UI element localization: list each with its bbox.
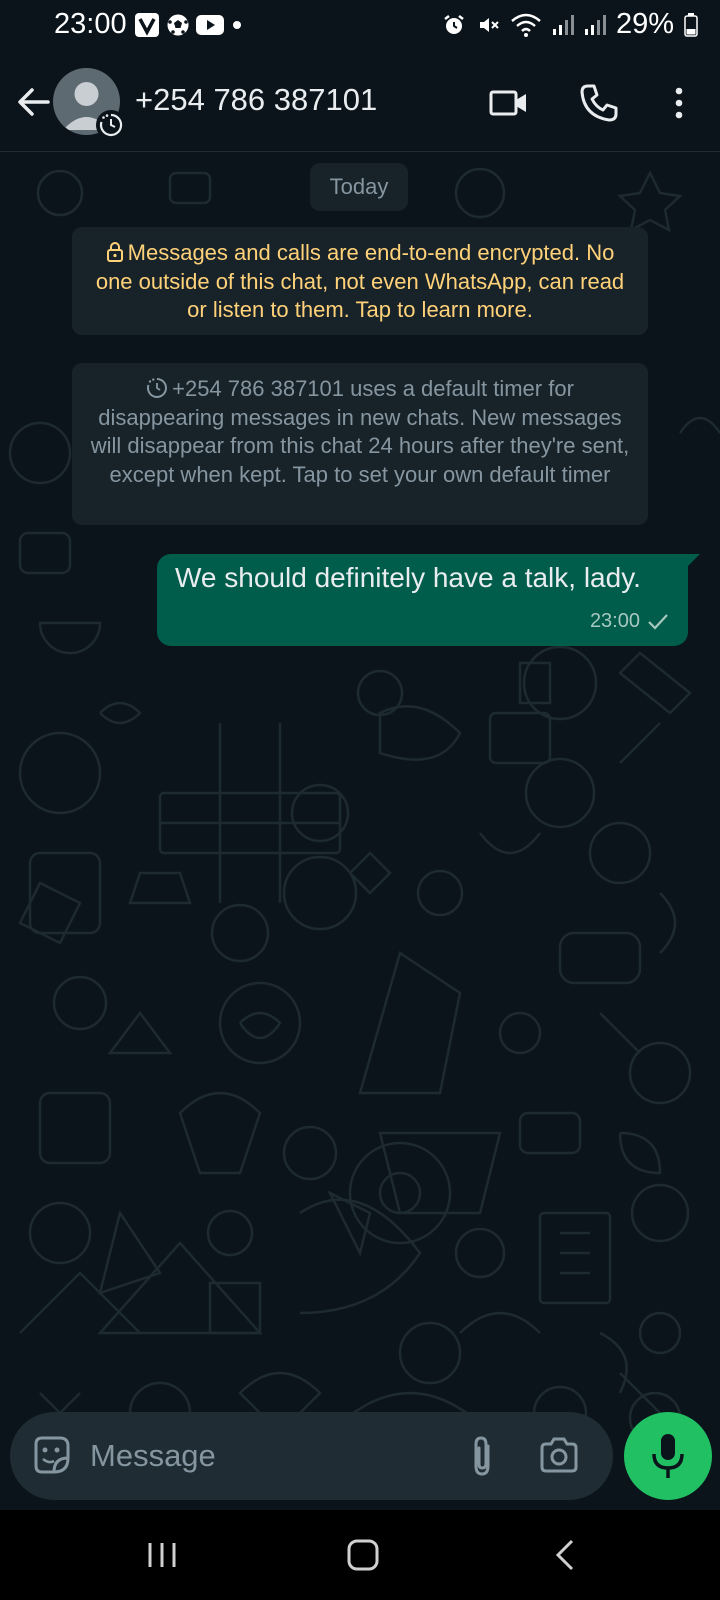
status-right-icons: 29% [442, 8, 698, 41]
home-icon[interactable] [343, 1535, 383, 1575]
contact-name[interactable]: +254 786 387101 [135, 82, 377, 118]
single-check-icon [648, 613, 668, 630]
disappearing-messages-notice[interactable]: +254 786 387101 uses a default timer for… [72, 363, 648, 525]
disappearing-timer-icon [96, 110, 126, 140]
signal-icon [552, 14, 574, 35]
signal-icon [584, 14, 606, 35]
chat-wallpaper-doodles [8, 167, 720, 1445]
message-time: 23:00 [589, 610, 640, 632]
more-vert-icon[interactable] [658, 82, 700, 124]
disappearing-timer-icon [147, 378, 168, 398]
chat-header: +254 786 387101 [0, 52, 720, 152]
status-left-icons [134, 12, 244, 38]
encryption-notice-text: Messages and calls are end-to-end encryp… [95, 240, 625, 322]
mute-icon [479, 17, 499, 32]
wifi-icon [511, 13, 541, 37]
v-app-icon [135, 13, 159, 37]
battery-percentage: 29% [615, 8, 674, 40]
message-input[interactable] [90, 1430, 450, 1482]
attach-icon[interactable] [462, 1434, 504, 1478]
chat-messages-area[interactable]: Today Messages and calls are end-to-end … [0, 153, 720, 1510]
disappearing-messages-text: +254 786 387101 uses a default timer for… [90, 376, 630, 487]
camera-icon[interactable] [538, 1434, 580, 1476]
sticker-emoji-icon[interactable] [30, 1434, 72, 1476]
message-composer [10, 1412, 613, 1500]
recent-apps-icon[interactable] [142, 1535, 182, 1575]
alarm-icon [444, 14, 464, 34]
status-time: 23:00 [54, 8, 127, 40]
message-bubble-outgoing[interactable]: We should definitely have a talk, lady. … [157, 554, 688, 646]
lock-icon [106, 242, 123, 262]
notification-dot-icon [233, 21, 241, 29]
microphone-icon [652, 1434, 684, 1478]
soccer-ball-icon [167, 14, 189, 36]
back-arrow-icon[interactable] [14, 82, 54, 122]
nav-back-icon[interactable] [546, 1535, 586, 1575]
video-call-icon[interactable] [488, 82, 530, 124]
youtube-icon [196, 15, 224, 35]
message-text: We should definitely have a talk, lady. [175, 562, 641, 593]
phone-call-icon[interactable] [578, 82, 620, 124]
date-divider: Today [310, 163, 408, 211]
encryption-notice[interactable]: Messages and calls are end-to-end encryp… [72, 227, 648, 335]
system-navigation-bar [0, 1510, 720, 1600]
status-bar: 23:00 29% [0, 0, 720, 52]
voice-record-button[interactable] [624, 1412, 712, 1500]
battery-icon [684, 12, 698, 37]
message-bubble-tail [686, 554, 700, 568]
message-meta: 23:00 [590, 610, 670, 633]
